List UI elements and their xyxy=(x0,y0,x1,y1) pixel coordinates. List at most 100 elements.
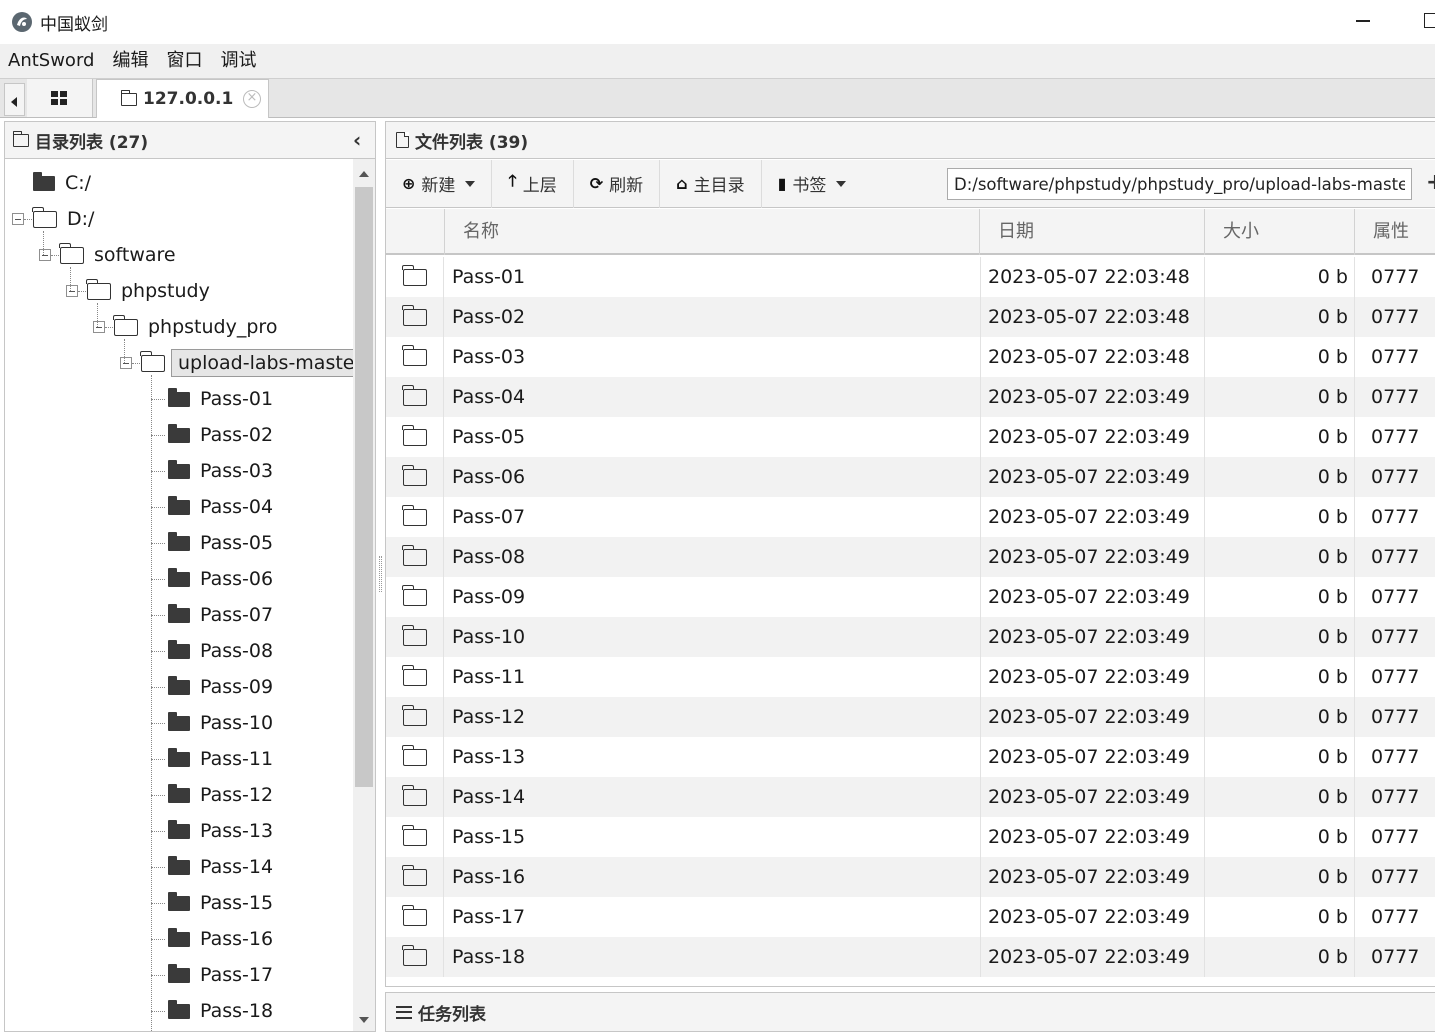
table-row[interactable]: Pass-15 2023-05-07 22:03:49 0 b 0777 xyxy=(386,817,1435,857)
tree-item-label: upload-labs-master xyxy=(171,349,353,377)
cell-date: 2023-05-07 22:03:49 xyxy=(980,417,1204,457)
close-icon[interactable]: × xyxy=(243,90,261,108)
tree-item[interactable]: C:/ xyxy=(33,165,91,201)
file-panel-header: 文件列表 (39) xyxy=(386,122,1435,159)
tab-dashboard[interactable] xyxy=(27,79,93,117)
collapse-toggle-icon[interactable] xyxy=(12,213,24,225)
table-row[interactable]: Pass-01 2023-05-07 22:03:48 0 b 0777 xyxy=(386,257,1435,297)
tab-scroll-left-button[interactable] xyxy=(4,83,25,116)
tree-item[interactable]: phpstudy_pro xyxy=(113,309,277,345)
folder-icon xyxy=(401,264,427,286)
collapse-toggle-icon[interactable] xyxy=(66,285,78,297)
scroll-down-icon[interactable] xyxy=(359,1017,369,1023)
table-row[interactable]: Pass-07 2023-05-07 22:03:49 0 b 0777 xyxy=(386,497,1435,537)
table-row[interactable]: Pass-08 2023-05-07 22:03:49 0 b 0777 xyxy=(386,537,1435,577)
bookmark-button[interactable]: ▮ 书签 xyxy=(762,160,863,208)
table-row[interactable]: Pass-18 2023-05-07 22:03:49 0 b 0777 xyxy=(386,937,1435,977)
header-icon-column xyxy=(386,209,445,255)
up-level-button[interactable]: 🡑 上层 xyxy=(492,159,574,208)
path-input[interactable] xyxy=(947,168,1412,200)
tree-item[interactable]: Pass-14 xyxy=(168,849,273,885)
tree-item[interactable]: Pass-10 xyxy=(168,705,273,741)
tree-item[interactable]: Pass-01 xyxy=(168,381,273,417)
add-icon[interactable]: + xyxy=(1426,170,1435,195)
task-panel[interactable]: 任务列表 xyxy=(385,992,1435,1032)
menu-edit[interactable]: 编辑 xyxy=(104,44,156,78)
tree-item[interactable]: software xyxy=(59,237,176,273)
collapse-left-icon[interactable]: ‹ xyxy=(353,130,361,150)
tree-item[interactable]: Pass-03 xyxy=(168,453,273,489)
header-size[interactable]: 大小 xyxy=(1205,209,1355,255)
bookmark-label: 书签 xyxy=(792,176,827,196)
collapse-toggle-icon[interactable] xyxy=(93,321,105,333)
table-row[interactable]: Pass-03 2023-05-07 22:03:48 0 b 0777 xyxy=(386,337,1435,377)
tree-item[interactable]: Pass-16 xyxy=(168,921,273,957)
menu-window[interactable]: 窗口 xyxy=(158,44,210,78)
table-row[interactable]: Pass-04 2023-05-07 22:03:49 0 b 0777 xyxy=(386,377,1435,417)
tab-host[interactable]: 127.0.0.1 × xyxy=(96,79,269,118)
table-row[interactable]: Pass-12 2023-05-07 22:03:49 0 b 0777 xyxy=(386,697,1435,737)
tree-item[interactable]: Pass-12 xyxy=(168,777,273,813)
table-row[interactable]: Pass-13 2023-05-07 22:03:49 0 b 0777 xyxy=(386,737,1435,777)
row-icon-cell xyxy=(386,377,444,417)
file-grid-header: 名称 日期 大小 属性 xyxy=(386,209,1435,255)
tree-item[interactable]: Pass-13 xyxy=(168,813,273,849)
row-icon-cell xyxy=(386,897,444,937)
folder-icon xyxy=(401,384,427,406)
tree-item[interactable]: Pass-11 xyxy=(168,741,273,777)
tree-item[interactable]: Pass-04 xyxy=(168,489,273,525)
home-dir-button[interactable]: ⌂ 主目录 xyxy=(660,159,762,208)
header-attr[interactable]: 属性 xyxy=(1355,209,1435,255)
cell-attr: 0777 xyxy=(1354,657,1435,697)
tree-connector xyxy=(151,435,165,436)
tree-item[interactable]: Pass-09 xyxy=(168,669,273,705)
folder-filled-icon xyxy=(168,711,190,731)
scroll-up-icon[interactable] xyxy=(359,171,369,177)
header-name[interactable]: 名称 xyxy=(445,209,980,255)
cell-name: Pass-11 xyxy=(452,666,526,688)
row-icon-cell xyxy=(386,657,444,697)
folder-filled-icon xyxy=(168,819,190,839)
collapse-toggle-icon[interactable] xyxy=(39,249,51,261)
folder-icon xyxy=(401,304,427,326)
refresh-button[interactable]: ⟳ 刷新 xyxy=(574,159,661,208)
table-row[interactable]: Pass-10 2023-05-07 22:03:49 0 b 0777 xyxy=(386,617,1435,657)
tree-item[interactable]: Pass-02 xyxy=(168,417,273,453)
collapse-toggle-icon[interactable] xyxy=(120,357,132,369)
tree-item[interactable]: Pass-17 xyxy=(168,957,273,993)
table-row[interactable]: Pass-05 2023-05-07 22:03:49 0 b 0777 xyxy=(386,417,1435,457)
table-row[interactable]: Pass-06 2023-05-07 22:03:49 0 b 0777 xyxy=(386,457,1435,497)
table-row[interactable]: Pass-02 2023-05-07 22:03:48 0 b 0777 xyxy=(386,297,1435,337)
scrollbar-thumb[interactable] xyxy=(355,187,373,787)
tree-item[interactable]: upload-labs-master xyxy=(140,345,353,381)
tree-item[interactable]: Pass-07 xyxy=(168,597,273,633)
maximize-icon[interactable] xyxy=(1424,13,1435,28)
cell-attr: 0777 xyxy=(1354,337,1435,377)
table-row[interactable]: Pass-16 2023-05-07 22:03:49 0 b 0777 xyxy=(386,857,1435,897)
table-row[interactable]: Pass-14 2023-05-07 22:03:49 0 b 0777 xyxy=(386,777,1435,817)
tree-scrollbar[interactable] xyxy=(353,159,375,1031)
table-row[interactable]: Pass-17 2023-05-07 22:03:49 0 b 0777 xyxy=(386,897,1435,937)
row-icon-cell xyxy=(386,937,444,977)
folder-icon xyxy=(401,624,427,646)
refresh-label: 刷新 xyxy=(609,176,644,196)
panel-splitter[interactable] xyxy=(379,556,382,592)
tree-item-label: Pass-01 xyxy=(200,388,274,410)
tree-item[interactable]: Pass-18 xyxy=(168,993,273,1029)
tree-item[interactable]: Pass-05 xyxy=(168,525,273,561)
menu-debug[interactable]: 调试 xyxy=(212,44,264,78)
tree-item-label: Pass-02 xyxy=(200,424,274,446)
tree-connector xyxy=(151,543,165,544)
header-date[interactable]: 日期 xyxy=(980,209,1205,255)
tree-item[interactable]: phpstudy xyxy=(86,273,210,309)
minimize-icon[interactable] xyxy=(1356,20,1370,22)
table-row[interactable]: Pass-11 2023-05-07 22:03:49 0 b 0777 xyxy=(386,657,1435,697)
tree-item[interactable]: Pass-15 xyxy=(168,885,273,921)
new-button[interactable]: ⊕ 新建 xyxy=(386,159,493,208)
cell-date: 2023-05-07 22:03:49 xyxy=(980,737,1204,777)
folder-icon xyxy=(401,744,427,766)
menu-antsword[interactable]: AntSword xyxy=(0,44,102,78)
table-row[interactable]: Pass-09 2023-05-07 22:03:49 0 b 0777 xyxy=(386,577,1435,617)
tree-item[interactable]: Pass-08 xyxy=(168,633,273,669)
tree-item[interactable]: Pass-06 xyxy=(168,561,273,597)
